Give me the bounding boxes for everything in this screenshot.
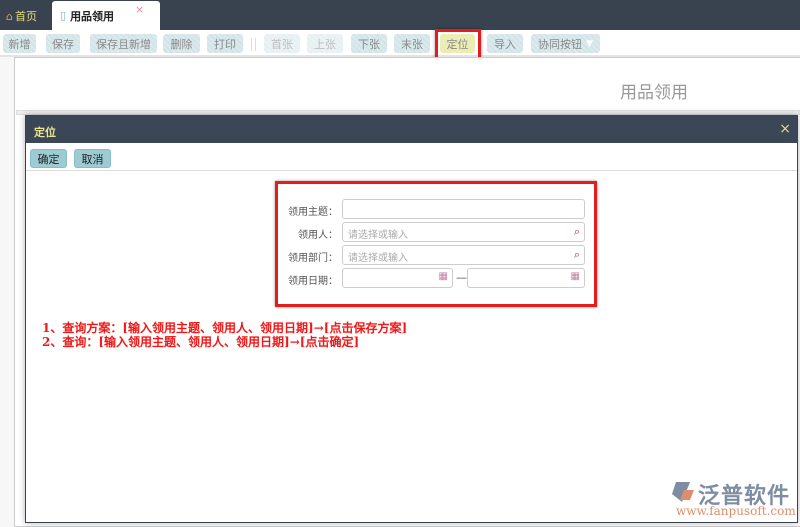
new-button[interactable]: 新增 [3,34,36,53]
delete-button[interactable]: 删除 [163,34,200,53]
next-button[interactable]: 下张 [351,34,387,53]
save-button[interactable]: 保存 [46,34,80,53]
collaborate-dropdown[interactable]: 协同按钮 ▼ [531,34,600,53]
divider [255,38,256,51]
calendar-icon[interactable]: ▦ [571,271,580,282]
calendar-icon[interactable]: ▦ [439,271,448,282]
user-label: 领用人： [298,230,338,241]
date-label: 领用日期： [288,276,338,287]
dept-label: 领用部门： [288,253,338,264]
close-icon[interactable]: × [779,121,791,137]
date-end-input[interactable]: ▦ [467,268,585,288]
cancel-button[interactable]: 取消 [74,149,111,168]
first-button[interactable]: 首张 [264,34,300,53]
user-input[interactable]: 请选择或输入 ⌕ [342,222,585,242]
dept-input[interactable]: 请选择或输入 ⌕ [342,245,585,265]
save-and-new-button[interactable]: 保存且新增 [90,34,157,53]
date-separator: — [456,271,467,284]
page-title: 用品领用 [620,83,688,103]
close-tab-icon[interactable]: × [135,3,144,16]
previous-button[interactable]: 上张 [307,34,343,53]
import-button[interactable]: 导入 [487,34,523,53]
confirm-button[interactable]: 确定 [30,149,67,168]
divider [251,38,252,51]
search-icon[interactable]: ⌕ [574,248,580,262]
search-icon[interactable]: ⌕ [574,225,580,239]
subject-label: 领用主题： [288,207,338,218]
subject-input[interactable] [342,199,585,219]
last-button[interactable]: 末张 [394,34,430,53]
tab-home-label: 首页 [14,10,37,23]
toolbar: 新增 保存 保存且新增 删除 打印 首张 上张 下张 末张 定位 导入 协同按钮… [0,30,800,57]
logo-icon [672,482,694,502]
dialog-title: 定位 [34,126,56,139]
print-button[interactable]: 打印 [207,34,243,53]
user-placeholder: 请选择或输入 [348,230,408,241]
home-icon: ⌂ [6,9,13,23]
date-start-input[interactable]: ▦ [342,268,453,288]
instruction-note: 2、查询：[输入领用主题、领用人、领用日期]→[点击确定] [42,335,360,349]
tab-home[interactable]: ⌂ 首页 [6,8,37,24]
dept-placeholder: 请选择或输入 [348,253,408,264]
tab-bar: ⌂ 首页 ▯ 用品领用 × [0,0,800,30]
logo-url: www.fanpusoft.com [676,504,796,518]
collaborate-label: 协同按钮 [538,37,583,51]
dialog-toolbar: 确定 取消 [26,143,797,171]
dialog-header: 定位 × [26,116,797,143]
document-icon: ▯ [60,9,67,22]
tab-label: 用品领用 [70,9,115,23]
chevron-down-icon: ▼ [586,38,593,49]
